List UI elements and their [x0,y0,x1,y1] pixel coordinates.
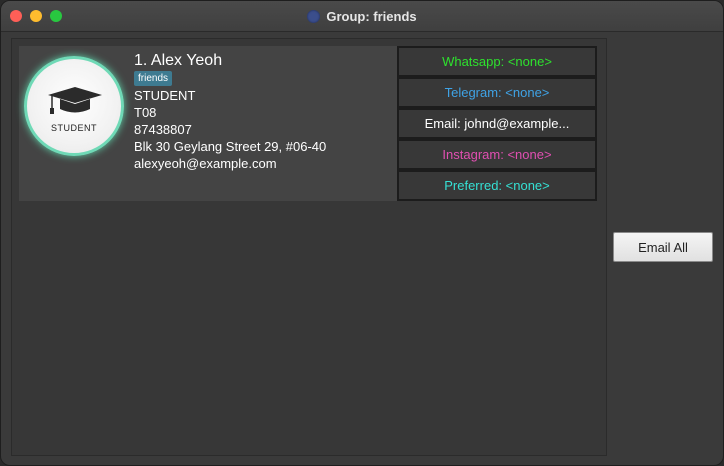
email-all-button[interactable]: Email All [613,232,713,262]
window-title: Group: friends [326,8,417,24]
preferred-button[interactable]: Preferred: <none> [397,170,597,201]
instagram-button[interactable]: Instagram: <none> [397,139,597,170]
whatsapp-button[interactable]: Whatsapp: <none> [397,46,597,77]
person-address: Blk 30 Geylang Street 29, #06-40 [134,139,327,154]
graduation-cap-icon [48,87,102,114]
person-tutorial: T08 [134,105,157,120]
tag-badge: friends [134,71,173,86]
avatar-label: STUDENT [51,123,97,133]
title-bar: Group: friends [1,1,723,32]
title-wrap: Group: friends [1,1,723,31]
person-phone: 87438807 [134,122,192,137]
person-name: 1. Alex Yeoh [134,52,223,69]
person-role: STUDENT [134,88,196,103]
group-window: Group: friends STUDENT 1. Alex Yeoh frie… [0,0,724,466]
email-button[interactable]: Email: johnd@example... [397,108,597,139]
telegram-button[interactable]: Telegram: <none> [397,77,597,108]
person-email: alexyeoh@example.com [134,156,277,171]
app-icon [307,9,321,23]
avatar: STUDENT [24,56,124,156]
